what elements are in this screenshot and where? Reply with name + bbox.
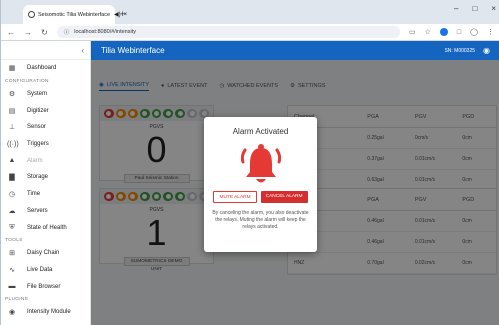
url-text: localhost:8080/#/intensity (74, 29, 136, 35)
sidebar-item-label: Storage (27, 174, 49, 181)
digitizer-icon: ▤ (8, 107, 16, 115)
translate-icon[interactable]: ▭ (409, 28, 416, 36)
alarm-dialog-message: By canceling the alarm, you also deactiv… (212, 210, 309, 230)
sidebar-item-label: Dashboard (27, 65, 57, 72)
new-tab-button[interactable]: + (120, 9, 125, 19)
clock-icon: ◷ (8, 191, 16, 199)
sidebar-item-file-browser[interactable]: ▬ File Browser (1, 278, 90, 295)
sidebar-item-digitizer[interactable]: ▤ Digitizer (1, 102, 90, 119)
sidebar-item-storage[interactable]: ▇ Storage (1, 169, 90, 186)
browser-tabbar: Seisomotic Tilia Webinterface ◀) × + – □… (1, 0, 499, 24)
sidebar-item-label: Servers (27, 207, 48, 214)
sidebar-item-label: Live Data (27, 266, 53, 273)
url-field[interactable]: ⓘ localhost:8080/#/intensity (56, 26, 401, 38)
back-icon[interactable]: ← (7, 28, 15, 37)
close-window-button[interactable]: × (491, 4, 496, 13)
shield-icon: ⛨ (9, 223, 15, 231)
app-header: Tilia Webinterface SN: M000325 ◉ (91, 41, 499, 60)
sidebar-header: ‹ (1, 41, 90, 60)
sidebar-item-label: Triggers (27, 141, 49, 148)
alarm-dialog: Alarm Activated MUTE ALARM CANCEL ALARM … (204, 117, 317, 252)
sidebar-item-sensor[interactable]: ⊥ Sensor (1, 119, 90, 136)
folder-icon: ▬ (8, 283, 16, 291)
sidebar-item-system[interactable]: ⚙ System (1, 86, 90, 103)
browser-tab[interactable]: Seisomotic Tilia Webinterface ◀) × (23, 5, 127, 24)
storage-icon: ▇ (9, 174, 15, 182)
browser-tab-title: Seisomotic Tilia Webinterface (38, 11, 111, 18)
alarm-dialog-actions: MUTE ALARM CANCEL ALARM (204, 191, 317, 203)
sidebar-item-live-data[interactable]: ∿ Live Data (1, 262, 90, 279)
menu-icon[interactable]: ⋮ (487, 28, 494, 36)
serial-number: SN: M000325 (444, 47, 476, 54)
account-icon[interactable]: ◉ (483, 46, 490, 55)
sidebar-item-dashboard[interactable]: ▦ Dashboard (1, 60, 90, 77)
cloud-icon: ☁ (8, 207, 16, 215)
sidebar: ‹ ▦ Dashboard CONFIGURATION ⚙ System ▤ Digit… (1, 41, 91, 325)
mute-alarm-button[interactable]: MUTE ALARM (213, 191, 257, 203)
trigger-icon: ((·)) (7, 140, 19, 148)
sidebar-item-alarm[interactable]: ▲ Alarm (1, 152, 90, 169)
chain-icon: ⊞ (9, 250, 15, 258)
cancel-alarm-button[interactable]: CANCEL ALARM (260, 191, 308, 203)
bookmark-star-icon[interactable]: ☆ (425, 28, 431, 36)
maximize-button[interactable]: □ (472, 4, 477, 13)
live-data-icon: ∿ (9, 266, 15, 274)
sidebar-item-label: Sensor (27, 124, 47, 131)
sidebar-item-time[interactable]: ◷ Time (1, 186, 90, 203)
app-title: Tilia Webinterface (101, 46, 165, 55)
sidebar-item-label: Digitizer (27, 107, 49, 114)
alarm-dialog-title: Alarm Activated (232, 127, 289, 136)
sidebar-item-servers[interactable]: ☁ Servers (1, 203, 90, 220)
sidebar-item-triggers[interactable]: ((·)) Triggers (1, 136, 90, 153)
sensor-icon: ⊥ (8, 124, 16, 132)
sidebar-item-daisy-chain[interactable]: ⊞ Daisy Chain (1, 245, 90, 262)
dashboard-icon: ▦ (8, 65, 16, 73)
site-favicon-icon (28, 11, 35, 18)
sidebar-section-tools: TOOLS (5, 237, 23, 243)
sidebar-section-configuration: CONFIGURATION (5, 78, 49, 84)
browser-window: Seisomotic Tilia Webinterface ◀) × + – □… (0, 0, 499, 325)
sidebar-item-intensity-module[interactable]: ◉ Intensity Module (1, 304, 90, 321)
window-controls: – □ × (454, 4, 496, 13)
sidebar-item-label: File Browser (27, 283, 61, 290)
sidebar-item-label: State of Health (27, 224, 67, 231)
sidebar-item-label: Alarm (27, 157, 43, 164)
alarm-bell-icon (240, 144, 281, 183)
collapse-sidebar-icon[interactable]: ‹ (81, 46, 84, 55)
forward-icon[interactable]: → (24, 28, 32, 37)
sidebar-item-label: Intensity Module (27, 309, 71, 316)
sidebar-item-label: System (27, 91, 48, 98)
info-icon[interactable]: ⓘ (64, 28, 70, 36)
tab-search-icon[interactable]: □ (457, 29, 461, 36)
sidebar-item-label: Daisy Chain (27, 250, 60, 257)
sidebar-section-plugins: PLUGINS (5, 296, 29, 302)
browser-toolbar-right: ▭ ☆ □ ◯ ⋮ (409, 28, 494, 36)
extension-icon[interactable] (439, 28, 448, 36)
reload-icon[interactable]: ↻ (41, 28, 48, 37)
intensity-icon: ◉ (8, 309, 16, 317)
sidebar-item-label: Time (27, 191, 41, 198)
profile-icon[interactable]: ◯ (470, 28, 478, 36)
sidebar-item-state-of-health[interactable]: ⛨ State of Health (1, 219, 90, 236)
minimize-button[interactable]: – (454, 4, 458, 13)
address-bar-row: ← → ↻ ⓘ localhost:8080/#/intensity ▭ ☆ □… (1, 24, 499, 41)
alarm-icon: ▲ (8, 157, 16, 165)
gear-icon: ⚙ (8, 91, 16, 99)
